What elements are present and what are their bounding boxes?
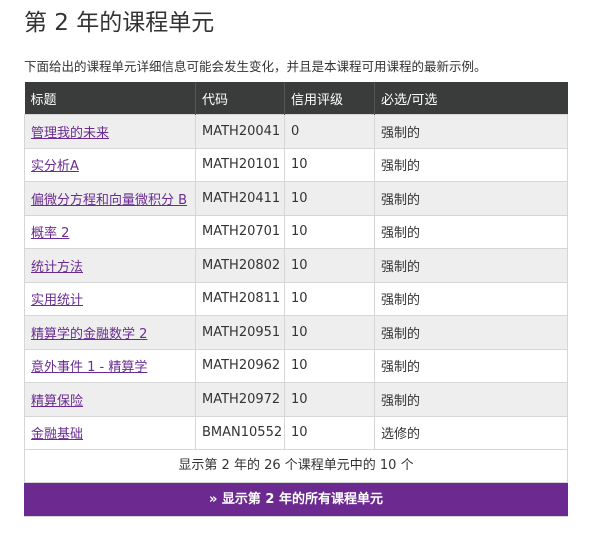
unit-link[interactable]: 偏微分方程和向量微积分 B [31, 193, 187, 208]
unit-link[interactable]: 实用统计 [31, 293, 83, 308]
table-row: 精算学的金融数学 2 MATH20951 10 强制的 [24, 315, 568, 350]
unit-link[interactable]: 意外事件 1 - 精算学 [31, 360, 147, 375]
cell-status: 强制的 [374, 281, 568, 316]
cell-credits: 10 [284, 315, 375, 350]
cell-credits: 10 [284, 281, 375, 316]
unit-link[interactable]: 金融基础 [31, 427, 83, 442]
cell-code: MATH20411 [195, 181, 285, 216]
table-row: 意外事件 1 - 精算学 MATH20962 10 强制的 [24, 348, 568, 383]
cell-status: 强制的 [374, 248, 568, 283]
cell-credits: 10 [284, 181, 375, 216]
header-code: 代码 [195, 82, 285, 115]
cell-code: MATH20972 [195, 382, 285, 417]
cell-status: 强制的 [374, 214, 568, 249]
cell-title: 实分析A [24, 147, 196, 182]
cell-code: MATH20802 [195, 248, 285, 283]
header-status: 必选/可选 [374, 82, 568, 115]
cell-code: BMAN10552 [195, 415, 285, 450]
cell-credits: 10 [284, 348, 375, 383]
cell-credits: 10 [284, 147, 375, 182]
table-row: 实用统计 MATH20811 10 强制的 [24, 281, 568, 316]
cell-credits: 10 [284, 382, 375, 417]
cell-code: MATH20701 [195, 214, 285, 249]
table-row: 管理我的未来 MATH20041 0 强制的 [24, 114, 568, 149]
cell-status: 强制的 [374, 315, 568, 350]
cell-status: 强制的 [374, 181, 568, 216]
cell-status: 强制的 [374, 348, 568, 383]
page-title: 第 2 年的课程单元 [24, 10, 215, 36]
cell-status: 强制的 [374, 382, 568, 417]
table-header: 标题 代码 信用评级 必选/可选 [24, 82, 568, 115]
unit-link[interactable]: 概率 2 [31, 226, 69, 241]
cell-status: 选修的 [374, 415, 568, 450]
cell-title: 意外事件 1 - 精算学 [24, 348, 196, 383]
intro-text: 下面给出的课程单元详细信息可能会发生变化，并且是本课程可用课程的最新示例。 [24, 59, 487, 74]
cell-code: MATH20811 [195, 281, 285, 316]
cell-code: MATH20951 [195, 315, 285, 350]
course-units-section: 第 2 年的课程单元 下面给出的课程单元详细信息可能会发生变化，并且是本课程可用… [0, 0, 605, 517]
header-title: 标题 [24, 82, 196, 115]
cell-title: 概率 2 [24, 214, 196, 249]
cell-credits: 0 [284, 114, 375, 149]
cell-title: 偏微分方程和向量微积分 B [24, 181, 196, 216]
table-row: 统计方法 MATH20802 10 强制的 [24, 248, 568, 283]
cell-title: 精算保险 [24, 382, 196, 417]
table-row: 实分析A MATH20101 10 强制的 [24, 147, 568, 182]
cell-title: 精算学的金融数学 2 [24, 315, 196, 350]
cell-title: 管理我的未来 [24, 114, 196, 149]
course-units-table: 标题 代码 信用评级 必选/可选 管理我的未来 MATH20041 0 强制的 … [24, 82, 568, 450]
unit-link[interactable]: 实分析A [31, 159, 79, 174]
unit-link[interactable]: 精算保险 [31, 394, 83, 409]
table-row: 金融基础 BMAN10552 10 选修的 [24, 415, 568, 450]
units-summary: 显示第 2 年的 26 个课程单元中的 10 个 [24, 450, 568, 483]
cell-code: MATH20962 [195, 348, 285, 383]
table-row: 偏微分方程和向量微积分 B MATH20411 10 强制的 [24, 181, 568, 216]
cell-credits: 10 [284, 248, 375, 283]
cell-status: 强制的 [374, 114, 568, 149]
table-row: 精算保险 MATH20972 10 强制的 [24, 382, 568, 417]
table-row: 概率 2 MATH20701 10 强制的 [24, 214, 568, 249]
unit-link[interactable]: 精算学的金融数学 2 [31, 327, 147, 342]
cell-code: MATH20041 [195, 114, 285, 149]
cell-title: 金融基础 [24, 415, 196, 450]
cell-status: 强制的 [374, 147, 568, 182]
header-credits: 信用评级 [284, 82, 375, 115]
show-all-units-button[interactable]: » 显示第 2 年的所有课程单元 [24, 483, 568, 517]
cell-code: MATH20101 [195, 147, 285, 182]
cell-title: 实用统计 [24, 281, 196, 316]
cell-credits: 10 [284, 415, 375, 450]
cell-title: 统计方法 [24, 248, 196, 283]
unit-link[interactable]: 统计方法 [31, 260, 83, 275]
cell-credits: 10 [284, 214, 375, 249]
unit-link[interactable]: 管理我的未来 [31, 126, 109, 141]
